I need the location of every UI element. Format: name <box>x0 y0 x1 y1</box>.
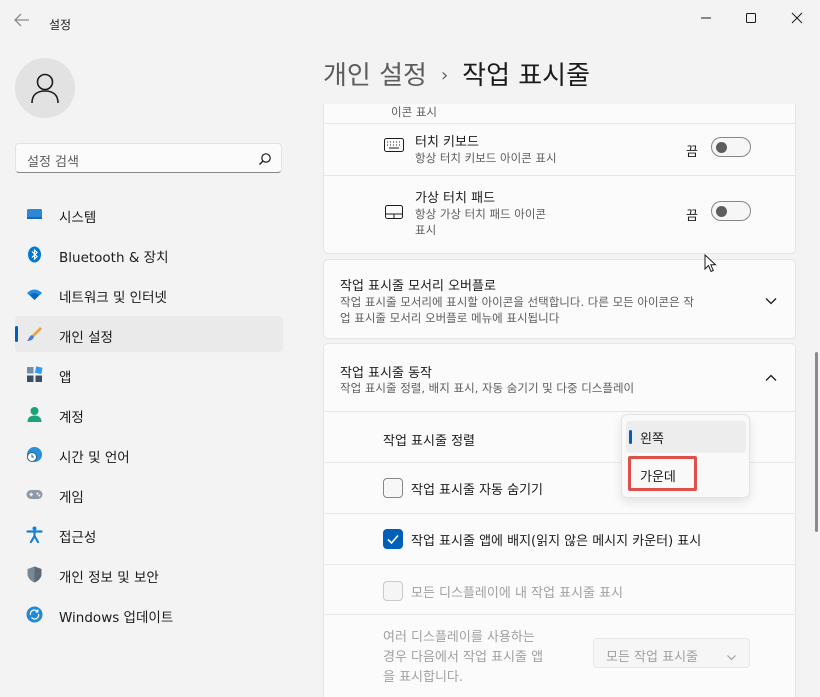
back-arrow-icon[interactable] <box>14 13 30 27</box>
sidebar-item-gaming[interactable]: 게임 <box>15 476 283 512</box>
divider <box>324 123 795 124</box>
badges-checkbox[interactable] <box>383 529 403 549</box>
overflow-title: 작업 표시줄 모서리 오버플로 <box>340 279 496 294</box>
multi-display-desc-line1: 여러 디스플레이를 사용하는 <box>383 630 535 645</box>
chevron-down-icon[interactable] <box>764 293 778 307</box>
update-icon <box>26 606 43 623</box>
bluetooth-icon <box>26 246 43 263</box>
shield-icon <box>26 566 43 583</box>
divider <box>324 513 795 514</box>
breadcrumb-separator: › <box>440 65 449 86</box>
sidebar-item-personalization[interactable]: 개인 설정 <box>15 316 283 352</box>
keyboard-icon <box>384 137 404 156</box>
search-placeholder: 설정 검색 <box>27 155 79 170</box>
highlight-annotation-box <box>628 456 697 491</box>
gamepad-icon <box>26 486 43 503</box>
chevron-down-icon <box>726 648 737 667</box>
divider <box>324 175 795 176</box>
behaviors-title: 작업 표시줄 동작 <box>340 366 432 381</box>
touch-keyboard-toggle[interactable] <box>711 137 751 157</box>
scrollbar-thumb[interactable] <box>815 352 818 532</box>
corner-overflow-card[interactable]: 작업 표시줄 모서리 오버플로 작업 표시줄 모서리에 표시할 아이콘을 선택합… <box>323 259 796 339</box>
sidebar-item-label: Bluetooth & 장치 <box>59 250 169 266</box>
sidebar-item-label: 시스템 <box>59 210 97 226</box>
sidebar-item-label: 개인 정보 및 보안 <box>59 570 159 586</box>
user-icon <box>31 73 59 104</box>
maximize-button[interactable] <box>738 8 764 28</box>
divider <box>324 564 795 565</box>
breadcrumb-parent[interactable]: 개인 설정 <box>323 61 427 91</box>
sidebar-item-label: 게임 <box>59 490 84 506</box>
alignment-label: 작업 표시줄 정렬 <box>383 434 475 449</box>
multi-display-desc-line3: 을 표시합니다. <box>383 670 464 685</box>
sidebar-item-accessibility[interactable]: 접근성 <box>15 516 283 552</box>
sidebar-item-apps[interactable]: 앱 <box>15 356 283 392</box>
touchpad-desc-line2: 표시 <box>415 223 437 237</box>
search-input[interactable]: 설정 검색 <box>15 143 282 173</box>
breadcrumb: 개인 설정 › 작업 표시줄 <box>323 55 590 92</box>
sidebar-item-label: 네트워크 및 인터넷 <box>59 290 167 306</box>
close-button[interactable] <box>784 8 810 28</box>
accessibility-icon <box>26 526 43 544</box>
apps-icon <box>26 366 43 383</box>
page-title: 작업 표시줄 <box>462 61 591 91</box>
touchpad-icon <box>385 204 403 223</box>
sidebar-item-label: 앱 <box>59 370 72 386</box>
sidebar-item-label: Windows 업데이트 <box>59 610 174 626</box>
monitor-icon <box>26 206 43 223</box>
chevron-up-icon[interactable] <box>764 370 778 384</box>
sidebar-nav: 시스템 Bluetooth & 장치 네트워크 및 인터넷 개인 설정 앱 계정 <box>15 196 283 636</box>
mouse-cursor-icon <box>704 253 718 278</box>
avatar[interactable] <box>15 58 75 118</box>
person-icon <box>26 406 43 423</box>
all-displays-label: 모든 디스플레이에 내 작업 표시줄 표시 <box>411 586 624 601</box>
multi-display-select[interactable]: 모든 작업 표시줄 <box>593 638 750 668</box>
overflow-desc-line2: 업 표시줄 모서리 오버플로 메뉴에 표시됩니다 <box>340 311 560 325</box>
touchpad-title: 가상 터치 패드 <box>415 191 496 206</box>
behaviors-header[interactable]: 작업 표시줄 동작 작업 표시줄 정렬, 배지 표시, 자동 숨기기 및 다중 … <box>324 344 795 411</box>
sidebar-item-label: 시간 및 언어 <box>59 450 130 466</box>
touchpad-desc-line1: 항상 가상 터치 패드 아이콘 <box>415 207 547 221</box>
sidebar-item-label: 계정 <box>59 410 84 426</box>
globe-clock-icon <box>26 446 43 463</box>
alignment-option-left[interactable]: 왼쪽 <box>626 421 746 453</box>
touch-keyboard-desc: 항상 터치 키보드 아이콘 표시 <box>415 151 557 165</box>
sidebar-item-accounts[interactable]: 계정 <box>15 396 283 432</box>
touch-keyboard-state: 끔 <box>686 145 698 160</box>
sidebar-item-label: 개인 설정 <box>59 330 113 346</box>
overflow-desc-line1: 작업 표시줄 모서리에 표시할 아이콘을 선택합니다. 다른 모든 아이콘은 작 <box>340 295 694 309</box>
settings-content: 이콘 표시 터치 키보드 항상 터치 키보드 아이콘 표시 끔 가상 터치 패드… <box>323 104 796 697</box>
touchpad-state: 끔 <box>686 209 698 224</box>
autohide-checkbox[interactable] <box>383 478 403 498</box>
title-bar: 설정 <box>0 0 820 40</box>
sidebar-item-network[interactable]: 네트워크 및 인터넷 <box>15 276 283 312</box>
app-title: 설정 <box>49 18 72 32</box>
sidebar-item-time-language[interactable]: 시간 및 언어 <box>15 436 283 472</box>
behaviors-desc: 작업 표시줄 정렬, 배지 표시, 자동 숨기기 및 다중 디스플레이 <box>340 381 635 395</box>
all-displays-checkbox[interactable] <box>383 581 403 601</box>
sidebar-item-privacy[interactable]: 개인 정보 및 보안 <box>15 556 283 592</box>
touch-keyboard-title: 터치 키보드 <box>415 135 479 150</box>
minimize-button[interactable] <box>693 8 719 28</box>
multi-display-value: 모든 작업 표시줄 <box>606 650 698 665</box>
sidebar-item-label: 접근성 <box>59 530 97 546</box>
sidebar-item-system[interactable]: 시스템 <box>15 196 283 232</box>
sidebar-item-windows-update[interactable]: Windows 업데이트 <box>15 596 283 632</box>
badges-label: 작업 표시줄 앱에 배지(읽지 않은 메시지 카운터) 표시 <box>411 534 702 549</box>
wifi-icon <box>26 286 43 303</box>
pen-menu-desc-tail: 이콘 표시 <box>391 105 437 119</box>
multi-display-desc-line2: 경우 다음에서 작업 표시줄 앱 <box>383 650 544 665</box>
brush-icon <box>26 326 43 343</box>
divider <box>324 614 795 615</box>
search-icon[interactable] <box>258 151 272 170</box>
autohide-label: 작업 표시줄 자동 숨기기 <box>411 483 543 498</box>
alignment-option-label: 왼쪽 <box>640 432 664 447</box>
corner-icons-card: 이콘 표시 터치 키보드 항상 터치 키보드 아이콘 표시 끔 가상 터치 패드… <box>323 104 796 254</box>
divider <box>324 411 795 412</box>
touchpad-toggle[interactable] <box>711 201 751 221</box>
sidebar-item-bluetooth[interactable]: Bluetooth & 장치 <box>15 236 283 272</box>
checkmark-icon <box>387 534 399 545</box>
